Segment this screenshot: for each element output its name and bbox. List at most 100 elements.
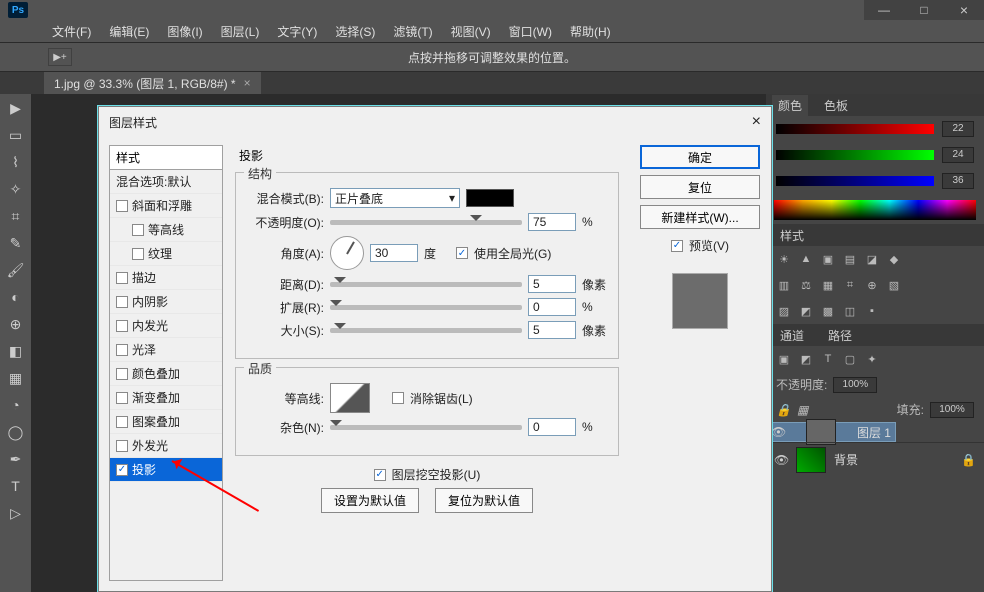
lasso-tool-icon[interactable]: ⌇ bbox=[5, 152, 27, 172]
style-outer-glow[interactable]: 外发光 bbox=[110, 434, 222, 458]
style-list-header[interactable]: 样式 bbox=[110, 146, 222, 170]
blue-value[interactable]: 36 bbox=[942, 173, 974, 189]
path-tool-icon[interactable]: ▷ bbox=[5, 503, 27, 523]
style-icon[interactable]: ⊕ bbox=[864, 278, 880, 292]
contour-picker[interactable] bbox=[330, 383, 370, 413]
tab-channels[interactable]: 通道 bbox=[774, 325, 810, 346]
eraser-tool-icon[interactable]: ◧ bbox=[5, 341, 27, 361]
menu-layer[interactable]: 图层(L) bbox=[213, 23, 268, 40]
menu-type[interactable]: 文字(Y) bbox=[269, 23, 325, 40]
close-tab-icon[interactable]: × bbox=[244, 76, 251, 90]
menu-window[interactable]: 窗口(W) bbox=[501, 23, 560, 40]
antialias-checkbox[interactable] bbox=[392, 392, 404, 404]
pen-tool-icon[interactable]: ✒ bbox=[5, 449, 27, 469]
style-inner-glow[interactable]: 内发光 bbox=[110, 314, 222, 338]
style-stroke[interactable]: 描边 bbox=[110, 266, 222, 290]
menu-select[interactable]: 选择(S) bbox=[327, 23, 383, 40]
spread-slider[interactable] bbox=[330, 305, 522, 310]
tab-swatches[interactable]: 色板 bbox=[818, 95, 854, 116]
marquee-tool-icon[interactable]: ▭ bbox=[5, 125, 27, 145]
angle-dial[interactable] bbox=[330, 236, 364, 270]
layer-option-icon[interactable]: T bbox=[820, 352, 836, 366]
gradient-tool-icon[interactable]: ▦ bbox=[5, 368, 27, 388]
brush-tool-icon[interactable]: 🖌 bbox=[5, 260, 27, 280]
style-satin[interactable]: 光泽 bbox=[110, 338, 222, 362]
tab-paths[interactable]: 路径 bbox=[822, 325, 858, 346]
size-slider[interactable] bbox=[330, 328, 522, 333]
noise-slider[interactable] bbox=[330, 425, 522, 430]
eyedropper-tool-icon[interactable]: ✎ bbox=[5, 233, 27, 253]
layer-row[interactable]: 👁 背景 🔒 bbox=[766, 442, 984, 476]
fill-value[interactable]: 100% bbox=[930, 402, 974, 418]
style-icon[interactable]: ◫ bbox=[842, 304, 858, 318]
layer-option-icon[interactable]: ✦ bbox=[864, 352, 880, 366]
shadow-color-swatch[interactable] bbox=[466, 189, 514, 207]
lock-icon[interactable]: 🔒 bbox=[776, 403, 791, 417]
blur-tool-icon[interactable]: ◔ bbox=[5, 395, 27, 415]
crop-tool-icon[interactable]: ⌗ bbox=[5, 206, 27, 226]
layer-row[interactable]: 👁 图层 1 bbox=[766, 422, 896, 442]
spread-input[interactable]: 0 bbox=[528, 298, 576, 316]
lock-pixels-icon[interactable]: ▦ bbox=[797, 403, 808, 417]
dialog-close-button[interactable]: × bbox=[752, 113, 761, 131]
style-icon[interactable]: ▤ bbox=[842, 252, 858, 266]
menu-image[interactable]: 图像(I) bbox=[159, 23, 210, 40]
menu-view[interactable]: 视图(V) bbox=[443, 23, 499, 40]
style-icon[interactable]: ◆ bbox=[886, 252, 902, 266]
visibility-icon[interactable]: 👁 bbox=[771, 425, 785, 439]
global-light-checkbox[interactable]: ✓ bbox=[456, 247, 468, 259]
size-input[interactable]: 5 bbox=[528, 321, 576, 339]
style-icon[interactable]: ▦ bbox=[820, 278, 836, 292]
blue-slider[interactable] bbox=[776, 176, 934, 186]
style-icon[interactable]: ◪ bbox=[864, 252, 880, 266]
red-value[interactable]: 22 bbox=[942, 121, 974, 137]
menu-filter[interactable]: 滤镜(T) bbox=[385, 23, 440, 40]
style-icon[interactable]: ▣ bbox=[820, 252, 836, 266]
dodge-tool-icon[interactable]: ◯ bbox=[5, 422, 27, 442]
style-icon[interactable]: ⚖ bbox=[798, 278, 814, 292]
dialog-titlebar[interactable]: 图层样式 × bbox=[99, 107, 771, 137]
style-icon[interactable]: ▥ bbox=[776, 278, 792, 292]
visibility-icon[interactable]: 👁 bbox=[774, 453, 788, 467]
angle-input[interactable]: 30 bbox=[370, 244, 418, 262]
style-icon[interactable]: ▧ bbox=[886, 278, 902, 292]
distance-input[interactable]: 5 bbox=[528, 275, 576, 293]
style-contour[interactable]: 等高线 bbox=[110, 218, 222, 242]
type-tool-icon[interactable]: T bbox=[5, 476, 27, 496]
style-gradient-overlay[interactable]: 渐变叠加 bbox=[110, 386, 222, 410]
style-icon[interactable]: ⌗ bbox=[842, 278, 858, 292]
color-spectrum[interactable] bbox=[774, 200, 976, 220]
knockout-checkbox[interactable]: ✓ bbox=[374, 469, 386, 481]
style-icon[interactable]: ▩ bbox=[820, 304, 836, 318]
move-tool-indicator[interactable]: ▶+ bbox=[48, 48, 72, 66]
layer-option-icon[interactable]: ▢ bbox=[842, 352, 858, 366]
green-slider[interactable] bbox=[776, 150, 934, 160]
layer-option-icon[interactable]: ▣ bbox=[776, 352, 792, 366]
clone-tool-icon[interactable]: ⊕ bbox=[5, 314, 27, 334]
style-icon[interactable]: ▨ bbox=[776, 304, 792, 318]
window-maximize-button[interactable]: □ bbox=[904, 0, 944, 20]
style-icon[interactable]: ☀ bbox=[776, 252, 792, 266]
opacity-input[interactable]: 75 bbox=[528, 213, 576, 231]
reset-default-button[interactable]: 复位为默认值 bbox=[435, 488, 533, 513]
move-tool-icon[interactable]: ▶ bbox=[5, 98, 27, 118]
reset-button[interactable]: 复位 bbox=[640, 175, 760, 199]
blend-mode-select[interactable]: 正片叠底▾ bbox=[330, 188, 460, 208]
set-default-button[interactable]: 设置为默认值 bbox=[321, 488, 419, 513]
layer-option-icon[interactable]: ◩ bbox=[798, 352, 814, 366]
style-inner-shadow[interactable]: 内阴影 bbox=[110, 290, 222, 314]
window-minimize-button[interactable]: — bbox=[864, 0, 904, 20]
tab-color[interactable]: 颜色 bbox=[772, 95, 808, 116]
style-bevel[interactable]: 斜面和浮雕 bbox=[110, 194, 222, 218]
menu-help[interactable]: 帮助(H) bbox=[562, 23, 619, 40]
distance-slider[interactable] bbox=[330, 282, 522, 287]
style-icon[interactable]: ◩ bbox=[798, 304, 814, 318]
opacity-value[interactable]: 100% bbox=[833, 377, 877, 393]
wand-tool-icon[interactable]: ✧ bbox=[5, 179, 27, 199]
ok-button[interactable]: 确定 bbox=[640, 145, 760, 169]
green-value[interactable]: 24 bbox=[942, 147, 974, 163]
menu-edit[interactable]: 编辑(E) bbox=[101, 23, 157, 40]
opacity-slider[interactable] bbox=[330, 220, 522, 225]
style-blend-options[interactable]: 混合选项:默认 bbox=[110, 170, 222, 194]
style-color-overlay[interactable]: 颜色叠加 bbox=[110, 362, 222, 386]
